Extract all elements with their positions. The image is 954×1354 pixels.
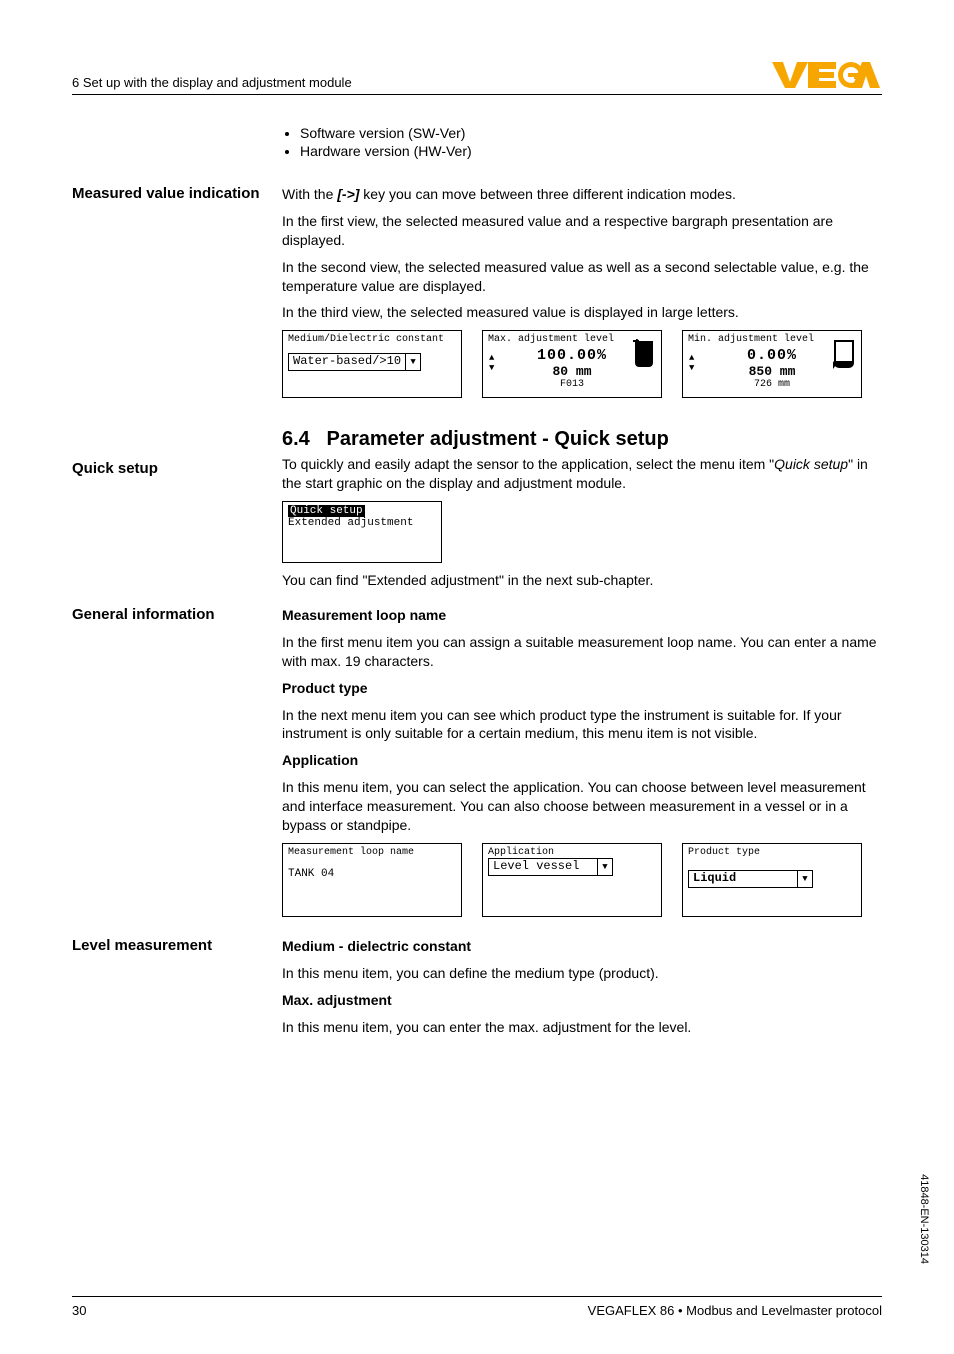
lcd2-percent: 100.00%	[488, 347, 656, 364]
side-label-quick-setup: Quick setup	[72, 418, 282, 598]
dropdown-arrow-icon: ▼	[405, 354, 420, 370]
lm-p1: In this menu item, you can define the me…	[282, 964, 882, 983]
side-label-general-info: General information	[72, 606, 282, 929]
lcd-min-adjustment: Min. adjustment level ▲▼ 0.00% 850 mm	[682, 330, 862, 398]
mv-p2: In the first view, the selected measured…	[282, 212, 882, 250]
lm-h2: Max. adjustment	[282, 991, 882, 1010]
footer-doc-title: VEGAFLEX 86 • Modbus and Levelmaster pro…	[588, 1303, 882, 1318]
dropdown-arrow-icon: ▼	[597, 859, 612, 875]
lcd-meas-loop-name: Measurement loop name TANK 04	[282, 843, 462, 917]
lcd5-dropdown[interactable]: Level vessel ▼	[488, 858, 613, 876]
lcd6-title: Product type	[688, 847, 856, 858]
lm-p2: In this menu item, you can enter the max…	[282, 1018, 882, 1037]
side-label-level-measurement: Level measurement	[72, 937, 282, 1045]
lcd4-title: Measurement loop name	[288, 847, 456, 858]
qs-p1: To quickly and easily adapt the sensor t…	[282, 455, 882, 493]
lcd-medium-dielectric: Medium/Dielectric constant Water-based/>…	[282, 330, 462, 398]
lcd3-percent: 0.00%	[688, 347, 856, 364]
mv-p1: With the [->] key you can move between t…	[282, 185, 882, 204]
bullet-hw: Hardware version (HW-Ver)	[300, 143, 882, 159]
lcd1-dropdown[interactable]: Water-based/>10 ▼	[288, 353, 421, 371]
lm-h1: Medium - dielectric constant	[282, 937, 882, 956]
lcd-max-adjustment: Max. adjustment level ▲▼ 100.00% 80 mm F…	[482, 330, 662, 398]
gi-h3: Application	[282, 751, 882, 770]
header-section-title: 6 Set up with the display and adjustment…	[72, 75, 352, 90]
lcd3-sub: 726 mm	[688, 379, 856, 390]
lcd1-title: Medium/Dielectric constant	[288, 334, 456, 345]
mv-p4: In the third view, the selected measured…	[282, 303, 882, 322]
version-bullets: Software version (SW-Ver) Hardware versi…	[282, 125, 882, 159]
gi-p3: In this menu item, you can select the ap…	[282, 778, 882, 835]
lcd-row-2: Measurement loop name TANK 04 Applicatio…	[282, 843, 882, 917]
footer-page-number: 30	[72, 1303, 86, 1318]
side-doc-code: 41848-EN-130314	[918, 1174, 930, 1264]
qs-extended[interactable]: Extended adjustment	[288, 517, 436, 529]
lcd3-mm: 850 mm	[688, 364, 856, 379]
vessel-full-icon	[633, 339, 655, 373]
gi-h1: Measurement loop name	[282, 606, 882, 625]
lcd2-mm: 80 mm	[488, 364, 656, 379]
vessel-empty-icon	[833, 339, 855, 373]
lcd-row-1: Medium/Dielectric constant Water-based/>…	[282, 330, 882, 398]
dropdown-arrow-icon: ▼	[797, 871, 812, 887]
section-6-4-heading: 6.4 Parameter adjustment - Quick setup	[282, 428, 882, 451]
page-footer: 30 VEGAFLEX 86 • Modbus and Levelmaster …	[72, 1296, 882, 1318]
lcd5-title: Application	[488, 847, 656, 858]
scroll-hint-icon: ▲▼	[489, 353, 494, 373]
lcd-product-type: Product type Liquid ▼	[682, 843, 862, 917]
gi-p2: In the next menu item you can see which …	[282, 706, 882, 744]
scroll-hint-icon: ▲▼	[689, 353, 694, 373]
lcd3-title: Min. adjustment level	[688, 334, 856, 345]
page-header: 6 Set up with the display and adjustment…	[72, 60, 882, 95]
gi-h2: Product type	[282, 679, 882, 698]
mv-p3: In the second view, the selected measure…	[282, 258, 882, 296]
lcd2-title: Max. adjustment level	[488, 334, 656, 345]
lcd6-dropdown[interactable]: Liquid ▼	[688, 870, 813, 888]
qs-p2: You can find "Extended adjustment" in th…	[282, 571, 882, 590]
lcd-application: Application Level vessel ▼	[482, 843, 662, 917]
qs-highlight[interactable]: Quick setup	[288, 505, 365, 517]
lcd2-code: F013	[488, 379, 656, 390]
side-label-measured-value: Measured value indication	[72, 185, 282, 410]
lcd4-value[interactable]: TANK 04	[288, 868, 456, 880]
vega-logo	[772, 60, 882, 90]
lcd-quick-setup-menu: Quick setup Extended adjustment	[282, 501, 442, 563]
bullet-sw: Software version (SW-Ver)	[300, 125, 882, 141]
gi-p1: In the first menu item you can assign a …	[282, 633, 882, 671]
